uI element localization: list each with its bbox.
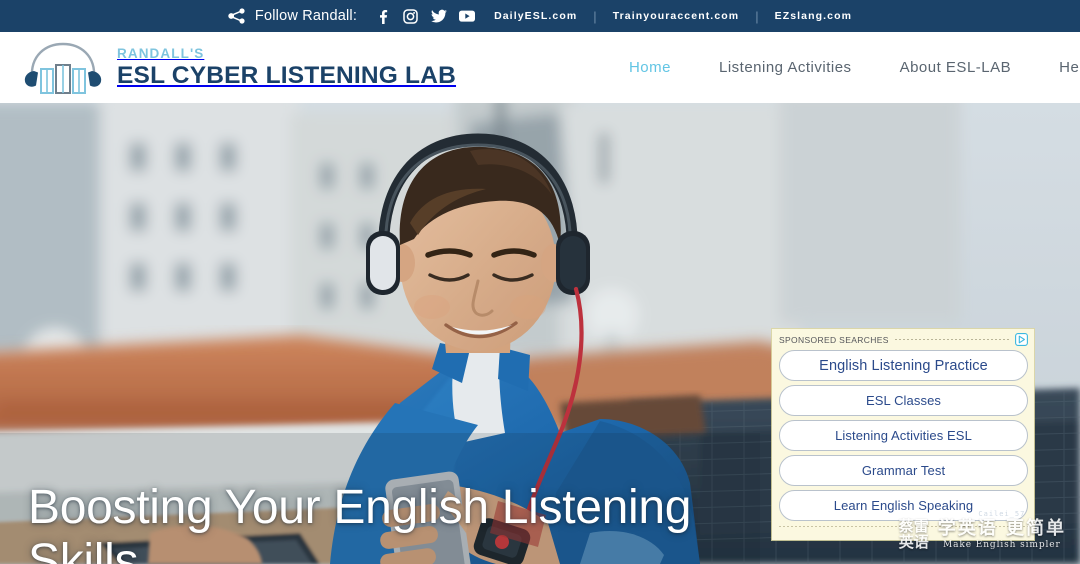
nav-item-listening-activities[interactable]: Listening Activities	[695, 59, 876, 76]
ad-header-rule	[894, 339, 1010, 340]
ad-footer-rule	[779, 526, 1028, 527]
topbar-link-dailyesl[interactable]: DailyESL.com	[494, 10, 577, 22]
hero-banner: Boosting Your English Listening Skills S…	[0, 103, 1080, 564]
social-icon-group	[375, 8, 476, 24]
nav-item-help[interactable]: Help	[1035, 59, 1080, 76]
hero-title: Boosting Your English Listening Skills	[28, 481, 692, 564]
nav-item-about-esl-lab[interactable]: About ESL-LAB	[876, 59, 1036, 76]
ad-item-listening-activities-esl[interactable]: Listening Activities ESL	[779, 420, 1028, 451]
youtube-icon[interactable]	[459, 9, 476, 24]
follow-label: Follow Randall:	[254, 8, 358, 24]
ad-item-list: English Listening Practice ESL Classes L…	[779, 350, 1028, 521]
ad-item-grammar-test[interactable]: Grammar Test	[779, 455, 1028, 486]
top-social-bar: Follow Randall: DailyESL.com | Trainyour…	[0, 0, 1080, 32]
instagram-icon[interactable]	[403, 8, 418, 24]
facebook-icon[interactable]	[375, 9, 390, 24]
brand-top-line: RANDALL'S	[117, 46, 205, 62]
topbar-link-group: DailyESL.com | Trainyouraccent.com | EZs…	[494, 10, 852, 23]
main-navigation: Home Listening Activities About ESL-LAB …	[605, 59, 1080, 76]
ad-item-english-listening-practice[interactable]: English Listening Practice	[779, 350, 1028, 381]
brand-main-line: ESL CYBER LISTENING LAB	[117, 61, 457, 89]
top-social-bar-inner: Follow Randall: DailyESL.com | Trainyour…	[228, 8, 852, 24]
brand-text: RANDALL'S ESL CYBER LISTENING LAB	[117, 46, 457, 89]
brand-logo-link[interactable]: RANDALL'S ESL CYBER LISTENING LAB	[22, 39, 456, 97]
ad-header: SPONSORED SEARCHES	[779, 333, 1028, 346]
nav-item-home[interactable]: Home	[605, 59, 695, 76]
twitter-icon[interactable]	[431, 9, 448, 24]
topbar-separator: |	[593, 8, 597, 24]
topbar-link-trainyouraccent[interactable]: Trainyouraccent.com	[613, 10, 740, 22]
ad-item-learn-english-speaking[interactable]: Learn English Speaking	[779, 490, 1028, 521]
topbar-separator: |	[755, 8, 759, 24]
page-root: Follow Randall: DailyESL.com | Trainyour…	[0, 0, 1080, 564]
share-icon[interactable]	[228, 8, 246, 24]
ad-item-esl-classes[interactable]: ESL Classes	[779, 385, 1028, 416]
topbar-link-ezslang[interactable]: EZslang.com	[775, 10, 852, 22]
adchoices-icon[interactable]	[1015, 333, 1028, 346]
sponsored-searches-ad: SPONSORED SEARCHES English Listening Pra…	[772, 329, 1034, 540]
headphones-books-logo-icon	[22, 39, 104, 97]
site-header: RANDALL'S ESL CYBER LISTENING LAB Home L…	[0, 32, 1080, 103]
ad-label: SPONSORED SEARCHES	[779, 334, 889, 345]
